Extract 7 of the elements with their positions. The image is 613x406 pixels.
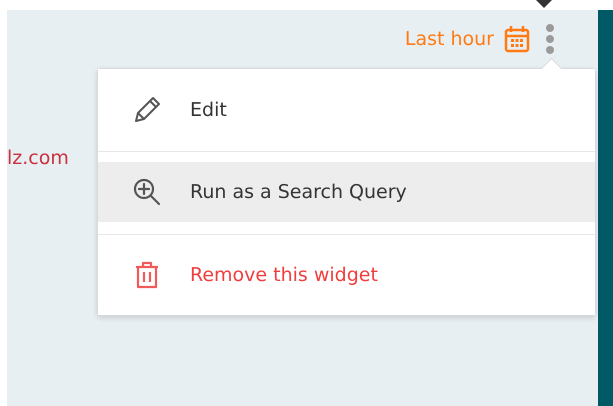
menu-item[interactable]: Remove this widget (98, 235, 595, 315)
menu-item[interactable]: Run as a Search Query (98, 162, 595, 222)
caret-icon (536, 0, 552, 8)
site-label: lz.com (7, 147, 69, 169)
calendar-icon[interactable] (504, 25, 530, 53)
menu-item[interactable]: Edit (98, 69, 595, 151)
more-options-icon[interactable] (544, 22, 556, 56)
